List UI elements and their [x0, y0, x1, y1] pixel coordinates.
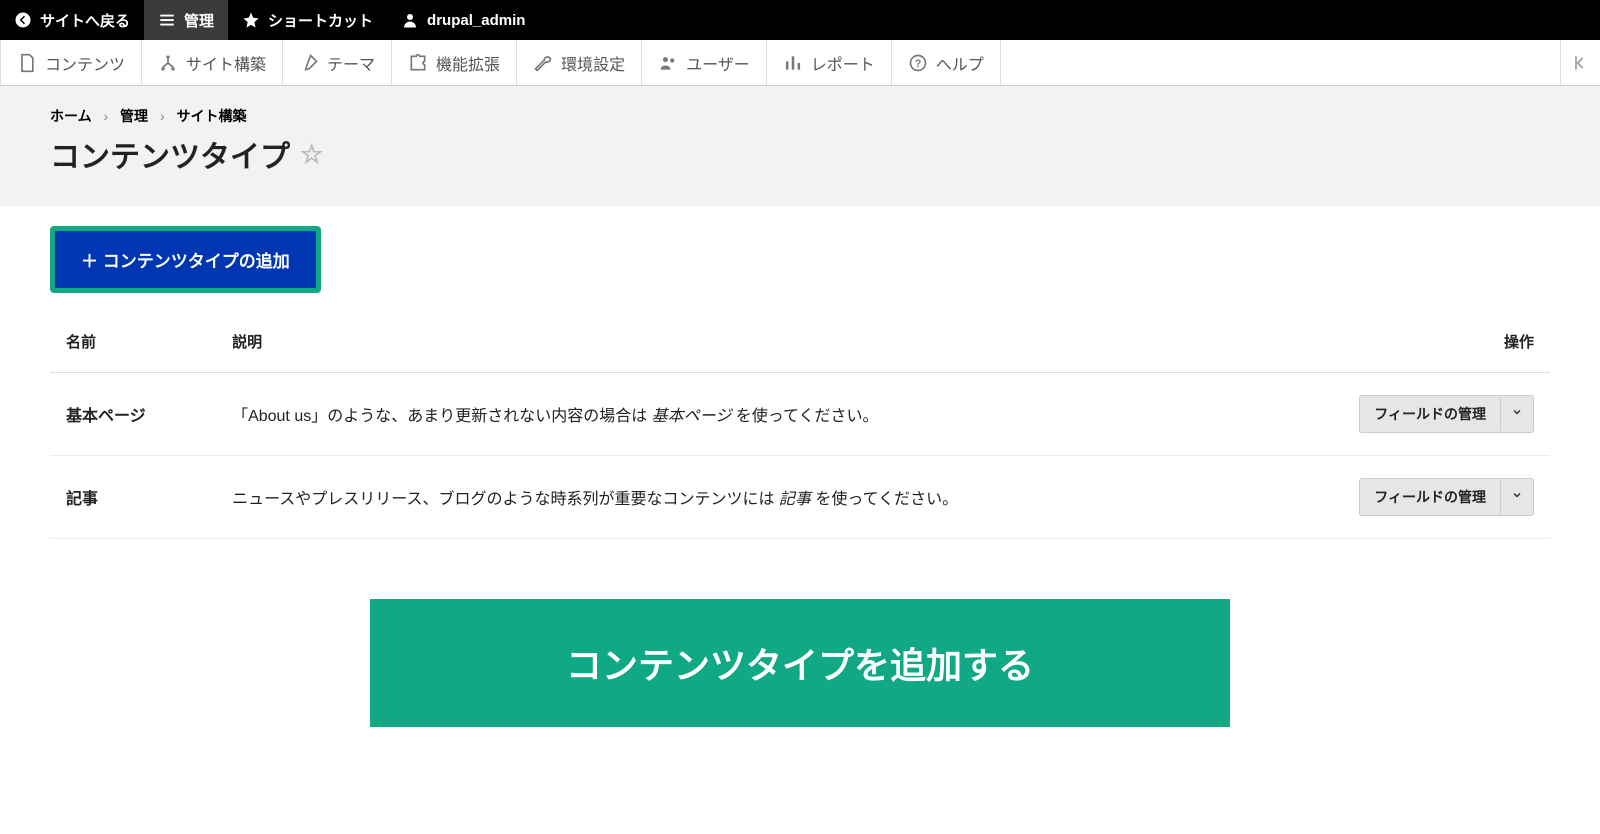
page-header: ホーム › 管理 › サイト構築 コンテンツタイプ ☆ — [0, 86, 1600, 206]
table-row: 基本ページ 「About us」のような、あまり更新されない内容の場合は 基本ペ… — [50, 373, 1550, 456]
breadcrumb-manage[interactable]: 管理 — [120, 108, 148, 124]
svg-text:?: ? — [914, 58, 921, 70]
row-desc: ニュースやプレスリリース、ブログのような時系列が重要なコンテンツには 記事 を使… — [216, 456, 1343, 539]
content-region: ＋ コンテンツタイプの追加 名前 説明 操作 基本ページ 「About us」の… — [0, 206, 1600, 747]
content-types-table: 名前 説明 操作 基本ページ 「About us」のような、あまり更新されない内… — [50, 311, 1550, 539]
col-ops: 操作 — [1343, 311, 1550, 373]
chevron-down-icon — [1500, 397, 1533, 431]
row-name: 基本ページ — [50, 373, 216, 456]
admin-item-reports[interactable]: レポート — [767, 40, 892, 85]
back-label: サイトへ戻る — [40, 10, 130, 31]
admin-label: テーマ — [327, 51, 375, 75]
manage-fields-button[interactable]: フィールドの管理 — [1359, 395, 1534, 433]
row-desc: 「About us」のような、あまり更新されない内容の場合は 基本ページ を使っ… — [216, 373, 1343, 456]
admin-item-help[interactable]: ? ヘルプ — [892, 40, 1001, 85]
puzzle-icon — [408, 53, 428, 73]
brush-icon — [299, 53, 319, 73]
instruction-banner: コンテンツタイプを追加する — [370, 599, 1230, 727]
col-name: 名前 — [50, 311, 216, 373]
back-to-site-link[interactable]: サイトへ戻る — [0, 0, 144, 40]
star-icon — [242, 11, 260, 29]
help-icon: ? — [908, 53, 928, 73]
back-icon — [14, 11, 32, 29]
breadcrumb-structure[interactable]: サイト構築 — [177, 108, 247, 124]
admin-item-appearance[interactable]: テーマ — [283, 40, 392, 85]
table-row: 記事 ニュースやプレスリリース、ブログのような時系列が重要なコンテンツには 記事… — [50, 456, 1550, 539]
admin-item-people[interactable]: ユーザー — [642, 40, 767, 85]
chart-icon — [783, 53, 803, 73]
collapse-toolbar-button[interactable] — [1560, 40, 1600, 85]
admin-label: コンテンツ — [45, 51, 125, 75]
breadcrumb-sep: › — [160, 108, 165, 124]
admin-item-content[interactable]: コンテンツ — [0, 40, 142, 85]
file-icon — [17, 53, 37, 73]
add-content-type-button[interactable]: ＋ コンテンツタイプの追加 — [55, 231, 316, 288]
user-icon — [401, 11, 419, 29]
admin-item-structure[interactable]: サイト構築 — [142, 40, 283, 85]
admin-label: レポート — [811, 51, 875, 75]
hierarchy-icon — [158, 53, 178, 73]
topbar: サイトへ戻る 管理 ショートカット drupal_admin — [0, 0, 1600, 40]
shortcut-label: ショートカット — [268, 10, 373, 31]
wrench-icon — [533, 53, 553, 73]
admin-item-extend[interactable]: 機能拡張 — [392, 40, 517, 85]
row-ops: フィールドの管理 — [1343, 373, 1550, 456]
op-label: フィールドの管理 — [1360, 479, 1500, 515]
manage-link[interactable]: 管理 — [144, 0, 228, 40]
breadcrumb: ホーム › 管理 › サイト構築 — [50, 106, 1550, 126]
admin-label: 機能拡張 — [436, 51, 500, 75]
shortcut-link[interactable]: ショートカット — [228, 0, 387, 40]
page-title-text: コンテンツタイプ — [50, 132, 290, 176]
admin-label: ヘルプ — [936, 51, 984, 75]
add-button-highlight: ＋ コンテンツタイプの追加 — [50, 226, 321, 293]
row-name: 記事 — [50, 456, 216, 539]
admin-label: 環境設定 — [561, 51, 625, 75]
user-label: drupal_admin — [427, 12, 525, 29]
chevron-down-icon — [1500, 480, 1533, 514]
row-ops: フィールドの管理 — [1343, 456, 1550, 539]
add-button-label: ＋ コンテンツタイプの追加 — [81, 247, 290, 272]
people-icon — [658, 53, 678, 73]
breadcrumb-home[interactable]: ホーム — [50, 108, 92, 124]
op-label: フィールドの管理 — [1360, 396, 1500, 432]
favorite-star-icon[interactable]: ☆ — [300, 139, 323, 170]
collapse-icon — [1571, 53, 1591, 73]
menu-icon — [158, 11, 176, 29]
page-title: コンテンツタイプ ☆ — [50, 132, 1550, 176]
manage-label: 管理 — [184, 10, 214, 31]
breadcrumb-sep: › — [103, 108, 108, 124]
spacer — [1001, 40, 1560, 85]
user-link[interactable]: drupal_admin — [387, 0, 539, 40]
admin-label: サイト構築 — [186, 51, 266, 75]
admin-item-config[interactable]: 環境設定 — [517, 40, 642, 85]
admin-menu: コンテンツ サイト構築 テーマ 機能拡張 環境設定 ユーザー レポート — [0, 40, 1600, 86]
manage-fields-button[interactable]: フィールドの管理 — [1359, 478, 1534, 516]
admin-label: ユーザー — [686, 51, 750, 75]
banner-text: コンテンツタイプを追加する — [566, 645, 1034, 686]
col-desc: 説明 — [216, 311, 1343, 373]
